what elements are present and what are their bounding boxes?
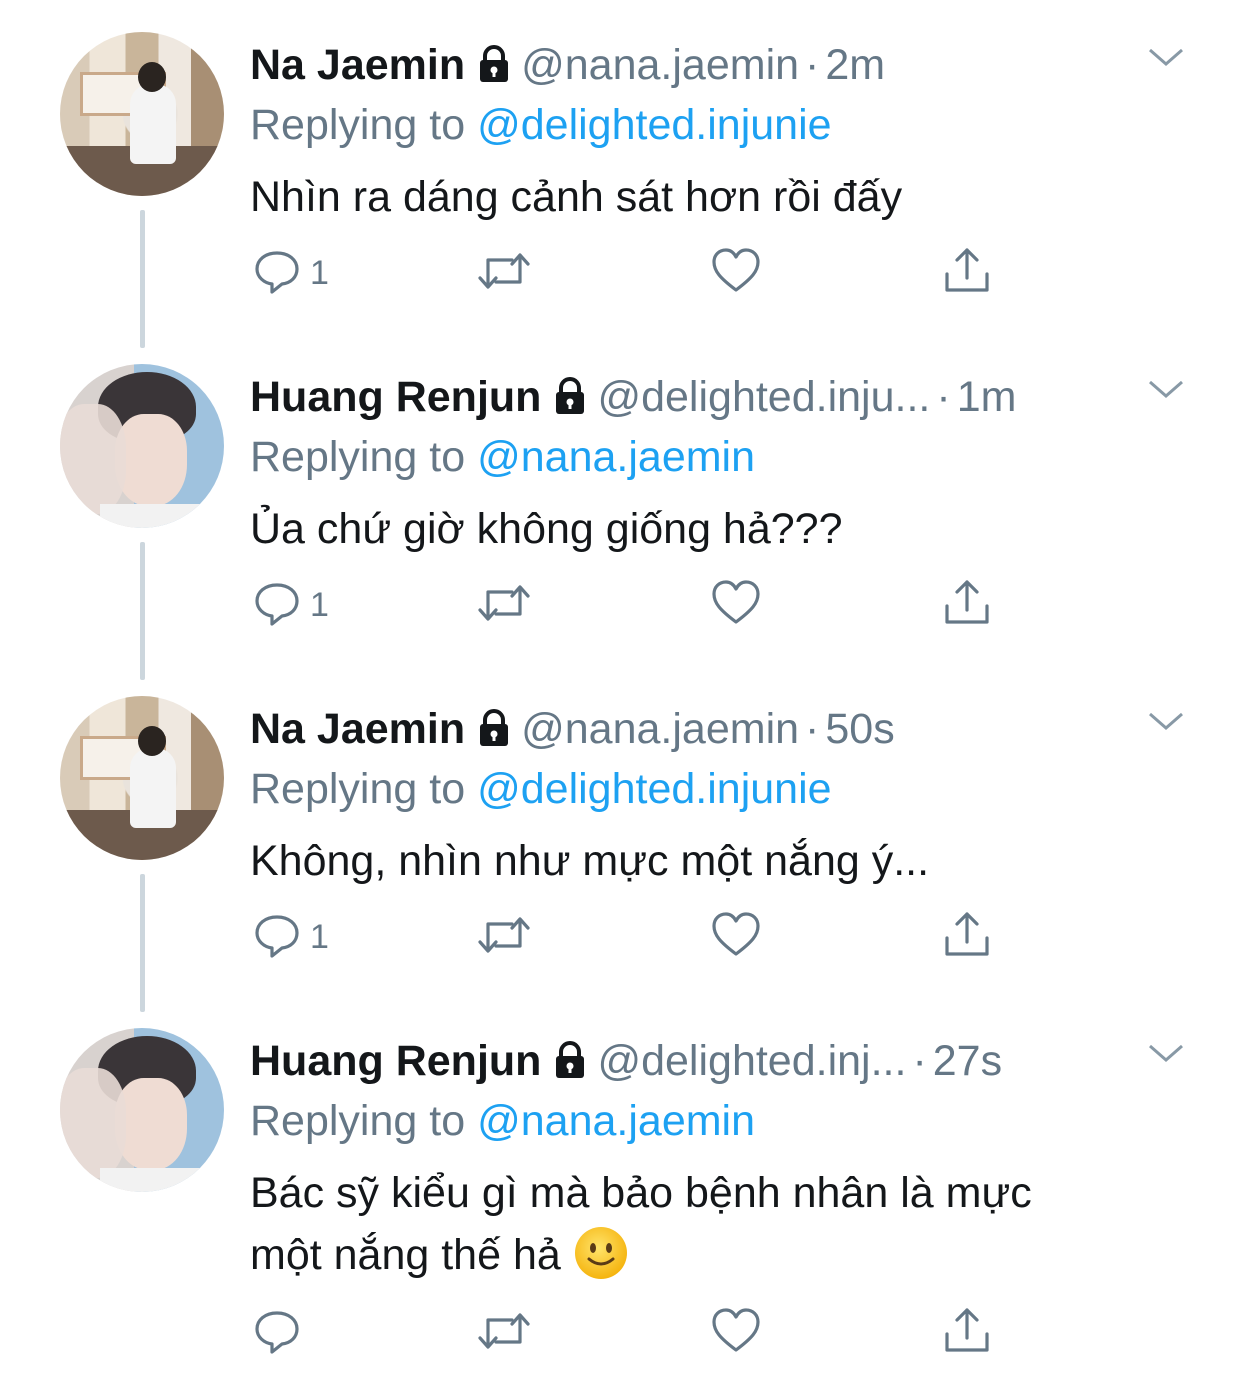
user-handle[interactable]: @nana.jaemin [521, 41, 799, 89]
retweet-icon [476, 1306, 532, 1361]
replying-to: Replying to @nana.jaemin [250, 1096, 755, 1146]
lock-icon [553, 1040, 587, 1090]
share-icon [942, 246, 992, 301]
chevron-down-icon[interactable] [1146, 42, 1186, 77]
like-button[interactable] [710, 1306, 762, 1361]
tweet-actions [252, 1306, 1012, 1362]
tweet-text-line: Bác sỹ kiểu gì mà bảo bệnh nhân là mực [250, 1169, 1032, 1217]
separator-dot: · [805, 41, 820, 89]
share-button[interactable] [942, 578, 992, 633]
heart-icon [710, 578, 762, 633]
share-icon [942, 1306, 992, 1361]
reply-icon [252, 910, 302, 965]
tweet-actions: 1 [252, 910, 1012, 966]
share-icon [942, 910, 992, 965]
share-button[interactable] [942, 910, 992, 965]
reply-icon [252, 578, 302, 633]
tweet-text: Bác sỹ kiểu gì mà bảo bệnh nhân là mực m… [250, 1162, 1150, 1298]
share-button[interactable] [942, 246, 992, 301]
timestamp[interactable]: 1m [957, 373, 1017, 421]
tweet-text: Không, nhìn như mực một nắng ý... [250, 837, 930, 885]
display-name[interactable]: Na Jaemin [250, 41, 465, 89]
chevron-down-icon[interactable] [1146, 374, 1186, 409]
replying-to-label: Replying to [250, 765, 466, 813]
tweet-actions: 1 [252, 246, 1012, 302]
reply-icon [252, 246, 302, 301]
separator-dot: · [936, 373, 951, 421]
retweet-button[interactable] [476, 246, 532, 301]
slightly-smiling-face-emoji [573, 1225, 629, 1298]
replying-to: Replying to @nana.jaemin [250, 432, 755, 482]
retweet-icon [476, 910, 532, 965]
tweet-header: Na Jaemin @nana.jaemin · 50s [250, 704, 895, 758]
reply-icon [252, 1306, 302, 1361]
user-handle[interactable]: @delighted.inju... [597, 373, 930, 421]
user-handle[interactable]: @nana.jaemin [521, 705, 799, 753]
lock-icon [477, 44, 511, 94]
heart-icon [710, 1306, 762, 1361]
display-name[interactable]: Huang Renjun [250, 1037, 541, 1085]
replying-to-label: Replying to [250, 433, 466, 481]
tweet-header: Na Jaemin @nana.jaemin · 2m [250, 40, 885, 94]
share-icon [942, 578, 992, 633]
separator-dot: · [912, 1037, 927, 1085]
reply-button[interactable]: 1 [252, 910, 329, 965]
retweet-button[interactable] [476, 910, 532, 965]
avatar[interactable] [60, 32, 224, 196]
chevron-down-icon[interactable] [1146, 706, 1186, 741]
avatar[interactable] [60, 1028, 224, 1192]
reply-button[interactable]: 1 [252, 578, 329, 633]
tweet-header: Huang Renjun @delighted.inj... · 27s [250, 1036, 1002, 1090]
reply-count: 1 [310, 918, 329, 956]
heart-icon [710, 910, 762, 965]
tweet-header: Huang Renjun @delighted.inju... · 1m [250, 372, 1016, 426]
reply-button[interactable]: 1 [252, 246, 329, 301]
heart-icon [710, 246, 762, 301]
tweet-text: Nhìn ra dáng cảnh sát hơn rồi đấy [250, 173, 903, 221]
reply-mention-link[interactable]: @nana.jaemin [477, 433, 755, 481]
timestamp[interactable]: 27s [933, 1037, 1002, 1085]
avatar[interactable] [60, 696, 224, 860]
reply-mention-link[interactable]: @delighted.injunie [477, 101, 831, 149]
share-button[interactable] [942, 1306, 992, 1361]
thread-connector [140, 210, 145, 348]
like-button[interactable] [710, 246, 762, 301]
lock-icon [553, 376, 587, 426]
separator-dot: · [805, 705, 820, 753]
tweet-text-line-content: một nắng thế hả [250, 1231, 561, 1279]
replying-to-label: Replying to [250, 101, 466, 149]
conversation-thread: Na Jaemin @nana.jaemin · 2m Replying to @de… [0, 0, 1242, 1382]
display-name[interactable]: Na Jaemin [250, 705, 465, 753]
retweet-icon [476, 246, 532, 301]
retweet-icon [476, 578, 532, 633]
like-button[interactable] [710, 910, 762, 965]
tweet-text: Ủa chứ giờ không giống hả??? [250, 505, 843, 553]
thread-connector [140, 874, 145, 1012]
timestamp[interactable]: 50s [825, 705, 894, 753]
reply-mention-link[interactable]: @nana.jaemin [477, 1097, 755, 1145]
retweet-button[interactable] [476, 578, 532, 633]
display-name[interactable]: Huang Renjun [250, 373, 541, 421]
replying-to: Replying to @delighted.injunie [250, 764, 832, 814]
thread-connector [140, 542, 145, 680]
tweet-actions: 1 [252, 578, 1012, 634]
reply-count: 1 [310, 254, 329, 292]
user-handle[interactable]: @delighted.inj... [597, 1037, 906, 1085]
chevron-down-icon[interactable] [1146, 1038, 1186, 1073]
reply-button[interactable] [252, 1306, 310, 1361]
replying-to: Replying to @delighted.injunie [250, 100, 832, 150]
reply-mention-link[interactable]: @delighted.injunie [477, 765, 831, 813]
retweet-button[interactable] [476, 1306, 532, 1361]
like-button[interactable] [710, 578, 762, 633]
avatar[interactable] [60, 364, 224, 528]
tweet-text-line: một nắng thế hả [250, 1224, 1150, 1298]
lock-icon [477, 708, 511, 758]
reply-count: 1 [310, 586, 329, 624]
replying-to-label: Replying to [250, 1097, 466, 1145]
timestamp[interactable]: 2m [825, 41, 885, 89]
